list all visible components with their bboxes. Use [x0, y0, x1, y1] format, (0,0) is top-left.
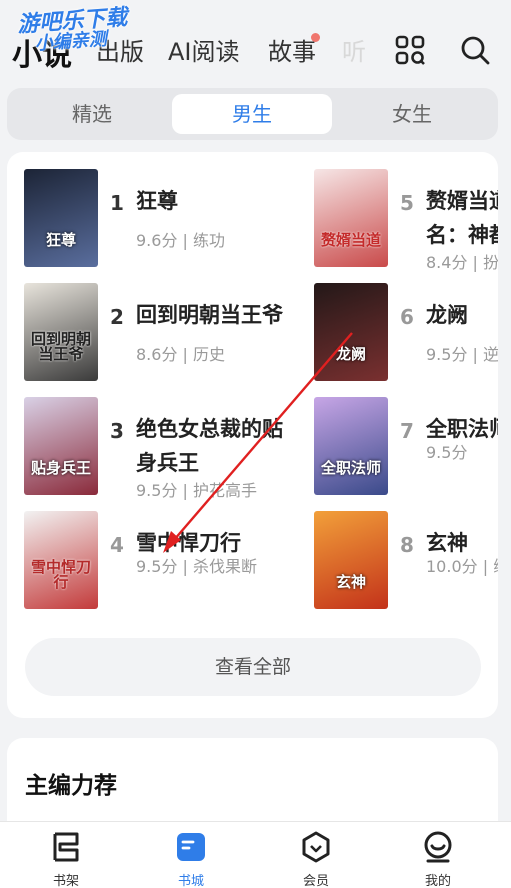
- cover-title: 赘婿当道: [320, 231, 381, 250]
- book-cover[interactable]: 赘婿当道: [314, 169, 388, 267]
- book-meta: 9.5分 | 杀伐果断: [136, 557, 258, 576]
- nav-label: 书城: [177, 874, 204, 888]
- rank-number: 8: [400, 533, 414, 557]
- book-meta: 10.0分 | 练: [426, 557, 498, 576]
- book-cover[interactable]: 全职法师: [314, 397, 388, 495]
- book-title[interactable]: 龙阙: [426, 294, 468, 336]
- rank-number: 2: [110, 305, 124, 329]
- segment-featured[interactable]: 精选: [12, 94, 172, 134]
- cover-title: 全职法师: [320, 459, 381, 478]
- book-title[interactable]: 狂尊: [136, 180, 178, 222]
- book-cover[interactable]: 龙阙: [314, 283, 388, 381]
- book-cover[interactable]: 狂尊: [24, 169, 98, 267]
- bookshelf-icon: [53, 832, 79, 862]
- cover-title: 玄神: [335, 573, 366, 592]
- ranking-card: 狂尊 1 狂尊 9.6分 | 练功 回到明朝当王爷 2 回到明朝当王爷 8.6分…: [7, 152, 498, 718]
- grid-icon[interactable]: [394, 34, 426, 66]
- tab-ai-reading[interactable]: AI阅读: [168, 32, 240, 67]
- book-item[interactable]: 全职法师 7 全职法师 9.5分: [314, 397, 498, 497]
- book-item[interactable]: 赘婿当道 5 赘婿当道 名：神都 8.4分 | 扮: [314, 169, 498, 279]
- book-meta: 8.6分 | 历史: [136, 345, 226, 364]
- profile-icon: [424, 831, 452, 863]
- search-icon[interactable]: [459, 34, 491, 66]
- cover-title: 雪中悍刀行: [30, 557, 91, 592]
- book-meta: 9.5分: [426, 443, 468, 462]
- book-meta: 9.5分 | 逆: [426, 345, 498, 364]
- watermark: 游吧乐下载 小编亲测: [17, 5, 130, 56]
- book-item[interactable]: 狂尊 1 狂尊 9.6分 | 练功: [24, 169, 314, 269]
- tab-listen[interactable]: 听: [342, 32, 366, 67]
- rank-number: 5: [400, 191, 414, 215]
- rank-number: 6: [400, 305, 414, 329]
- book-cover[interactable]: 贴身兵王: [24, 397, 98, 495]
- tab-story[interactable]: 故事: [268, 32, 316, 67]
- book-item[interactable]: 龙阙 6 龙阙 9.5分 | 逆: [314, 283, 498, 383]
- bottom-nav: 书架 书城 会员 我的: [0, 821, 511, 888]
- rank-number: 7: [400, 419, 414, 443]
- gender-segment: 精选 男生 女生: [7, 88, 498, 140]
- rank-number: 3: [110, 419, 124, 443]
- nav-bookstore[interactable]: 书城: [151, 830, 231, 888]
- book-item[interactable]: 贴身兵王 3 绝色女总裁的贴 身兵王 9.5分 | 护花高手: [24, 397, 314, 507]
- book-cover[interactable]: 雪中悍刀行: [24, 511, 98, 609]
- nav-vip[interactable]: 会员: [276, 830, 356, 888]
- book-meta: 9.6分 | 练功: [136, 231, 226, 250]
- rank-number: 1: [110, 191, 124, 215]
- view-all-button[interactable]: 查看全部: [25, 638, 481, 696]
- nav-label: 书架: [52, 874, 79, 888]
- vip-icon: [302, 831, 330, 863]
- nav-label: 我的: [424, 874, 451, 888]
- cover-title: 龙阙: [335, 345, 366, 364]
- notification-dot: [311, 33, 320, 42]
- top-nav: 小说 出版 AI阅读 故事 听 游吧乐下载 小编亲测: [0, 0, 511, 88]
- book-title[interactable]: 回到明朝当王爷: [136, 294, 283, 336]
- cover-title: 狂尊: [45, 231, 76, 250]
- book-meta: 8.4分 | 扮: [426, 253, 498, 272]
- segment-female[interactable]: 女生: [332, 94, 492, 134]
- segment-male[interactable]: 男生: [172, 94, 332, 134]
- book-cover[interactable]: 玄神: [314, 511, 388, 609]
- nav-profile[interactable]: 我的: [398, 830, 478, 888]
- cover-title: 回到明朝当王爷: [30, 329, 91, 364]
- book-item[interactable]: 回到明朝当王爷 2 回到明朝当王爷 8.6分 | 历史: [24, 283, 314, 383]
- cover-title: 贴身兵王: [30, 459, 91, 478]
- book-item[interactable]: 玄神 8 玄神 10.0分 | 练: [314, 511, 498, 611]
- book-item[interactable]: 雪中悍刀行 4 雪中悍刀行 9.5分 | 杀伐果断: [24, 511, 314, 611]
- book-meta: 9.5分 | 护花高手: [136, 481, 258, 500]
- nav-label: 会员: [302, 874, 329, 888]
- bookstore-icon: [177, 833, 205, 861]
- book-cover[interactable]: 回到明朝当王爷: [24, 283, 98, 381]
- nav-bookshelf[interactable]: 书架: [26, 830, 106, 888]
- rank-number: 4: [110, 533, 124, 557]
- section-title: 主编力荐: [25, 773, 117, 799]
